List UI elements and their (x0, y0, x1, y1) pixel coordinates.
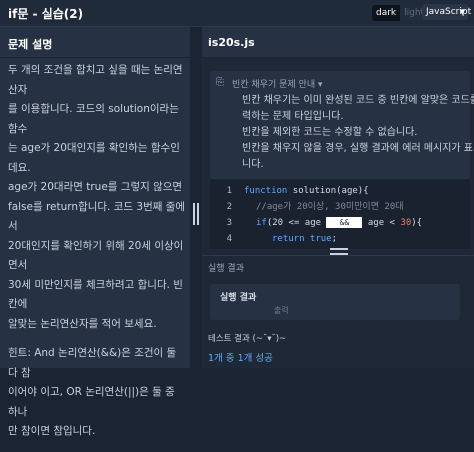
notice-toggle[interactable]: 빈칸 채우기 문제 안내 ▾ (232, 77, 322, 90)
test-result-summary: 1개 중 1개 성공 (208, 353, 273, 364)
code-text: <= age (283, 218, 327, 228)
result-heading: 실행 결과 (208, 264, 244, 274)
code-text: solution(age){ (287, 186, 369, 196)
description-line: 는 age가 20대인지를 확인하는 함수인데요. (8, 142, 180, 174)
vertical-resize-handle[interactable] (192, 203, 200, 225)
fill-blank-notice: ⎘ 빈칸 채우기 문제 안내 ▾ 빈칸 채우기는 이미 완성된 코드 중 빈칸에… (210, 71, 474, 179)
vertical-splitter[interactable] (190, 27, 202, 368)
theme-toggle[interactable]: dark light (372, 5, 429, 21)
info-icon: ⎘ (216, 77, 224, 88)
code-editor[interactable]: 1 function solution(age){ 2 //age가 20이상,… (210, 179, 470, 249)
notice-line: 빈칸을 제외한 코드는 수정할 수 없습니다. (242, 127, 418, 138)
code-keyword: return (272, 234, 305, 244)
problem-panel: 문제 설명 두 개의 조건을 합치고 싶을 때는 논리연산자 를 이용합니다. … (0, 27, 190, 437)
code-literal: true (304, 234, 332, 244)
code-text: ; (331, 234, 338, 244)
top-bar: if문 - 실습(2) dark light JavaScript ▼ (0, 0, 474, 27)
description-paragraph: 두 개의 조건을 합치고 싶을 때는 논리연산자 를 이용합니다. 코드의 so… (8, 61, 186, 334)
description-line: false를 return합니다. 코드 3번째 줄에서 (8, 200, 186, 233)
run-result-title: 실행 결과 (220, 293, 257, 303)
line-number: 2 (226, 202, 232, 212)
hint-line: 이어야 이고, OR 논리연산(||)은 둘 중 하나 (8, 386, 175, 418)
code-comment: //age가 20이상, 30미만이면 20대 (256, 202, 404, 212)
description-line: age가 20대라면 true를 그렇지 않으면 (8, 181, 183, 193)
file-tab[interactable]: is20s.js (202, 27, 474, 58)
chevron-down-icon: ▼ (459, 8, 465, 16)
line-number: 1 (226, 186, 232, 196)
description-line: 를 이용합니다. 코드의 solution이라는 함수 (8, 103, 179, 135)
code-keyword: function (244, 186, 288, 196)
code-keyword: if (256, 218, 267, 228)
theme-dark-option[interactable]: dark (372, 5, 401, 21)
notice-line: 력하는 문제 타입입니다. (242, 111, 344, 122)
description-line: 알맞는 논리연산자를 적어 보세요. (8, 317, 157, 330)
output-placeholder: 출력 (274, 306, 289, 315)
code-text: (20 (266, 218, 284, 228)
test-result-label: 테스트 결과 (~˘▾˘)~ (208, 334, 287, 344)
description-line: 20대인지를 확인하기 위해 20세 이상이면서 (8, 239, 184, 272)
code-text: age < (362, 218, 401, 228)
blank-input[interactable]: && (326, 217, 363, 228)
hint-line: 힌트: And 논리연산(&&)은 조건이 둘 다 참 (8, 347, 177, 379)
problem-description: 두 개의 조건을 합치고 싶을 때는 논리연산자 를 이용합니다. 코드의 so… (8, 61, 186, 452)
hint-paragraph: 힌트: And 논리연산(&&)은 조건이 둘 다 참 이어야 이고, OR 논… (8, 344, 186, 442)
notice-line: 니다. (242, 159, 264, 170)
notice-body: 빈칸 채우기는 이미 완성된 코드 중 빈칸에 알맞은 코드를 입 력하는 문제… (242, 93, 474, 173)
language-select[interactable]: JavaScript ▼ (422, 4, 471, 20)
problem-header: 문제 설명 (0, 27, 190, 58)
line-number: 4 (226, 234, 232, 244)
code-number: 30 (400, 218, 412, 228)
run-result-box: 실행 결과 출력 (210, 284, 460, 320)
line-number: 3 (226, 218, 232, 228)
notice-line: 빈칸 채우기는 이미 완성된 코드 중 빈칸에 알맞은 코드를 입 (242, 95, 474, 106)
hint-line: 만 참이면 참입니다. (8, 425, 96, 437)
result-header: 실행 결과 (202, 255, 474, 280)
description-line: 두 개의 조건을 합치고 싶을 때는 논리연산자 (8, 64, 183, 96)
description-line: 30세 미만인지를 체크하려고 합니다. 빈칸에 (8, 278, 183, 311)
file-name: is20s.js (208, 36, 255, 49)
problem-heading: 문제 설명 (8, 38, 53, 51)
code-text: ){ (411, 218, 423, 228)
notice-line: 빈칸을 채우지 않을 경우, 실행 결과에 에러 메시지가 표시됩 (242, 143, 474, 154)
page-title: if문 - 실습(2) (8, 7, 84, 21)
